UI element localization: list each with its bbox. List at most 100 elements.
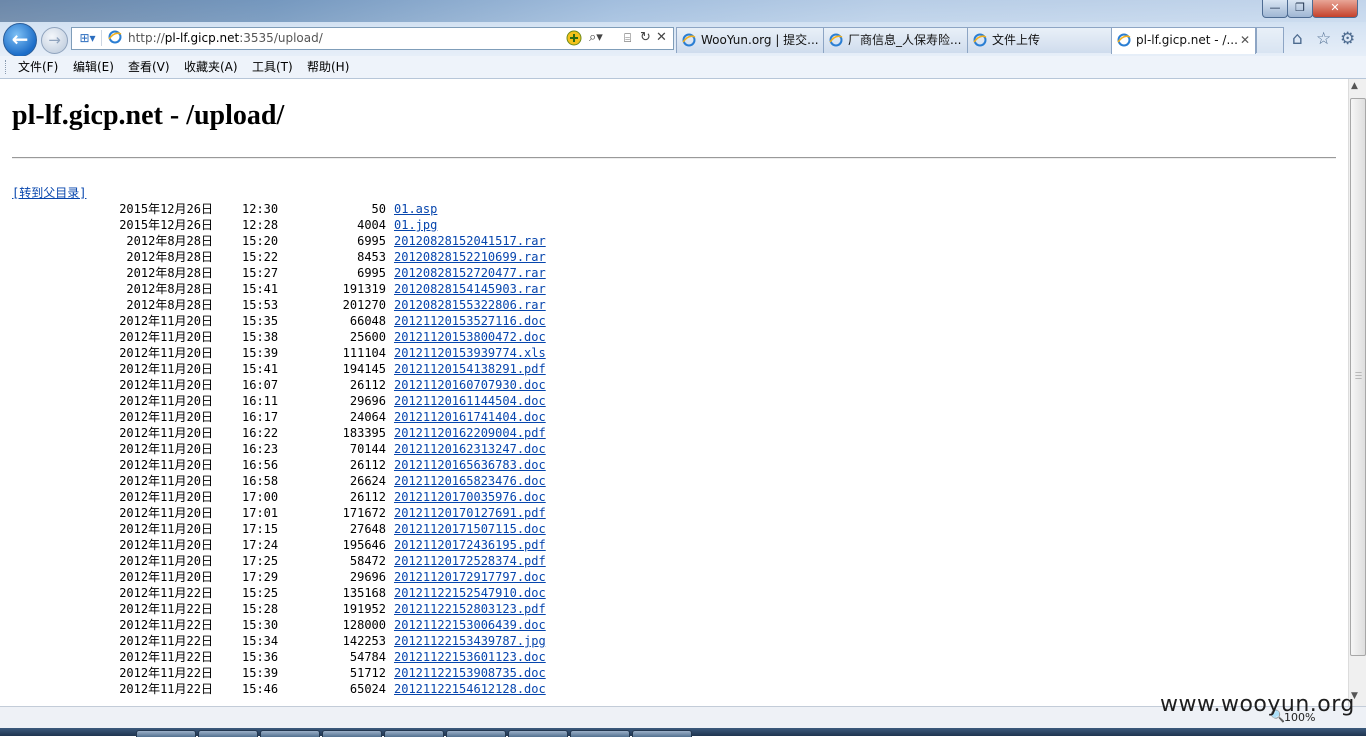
file-row: 2012年11月20日 17:25 58472 20121120172528374.p… [12,553,546,569]
tab-wooyun[interactable]: WooYun.org | 提交... [676,27,824,53]
ie-tab-icon [973,33,987,47]
file-date: 2012年11月20日 [119,490,213,504]
tab-upload-listing[interactable]: pl-lf.gicp.net - /... ✕ [1111,27,1256,54]
file-link[interactable]: 20121120153800472.doc [394,329,546,345]
file-row: 2012年11月22日 15:25 135168 20121122152547910.… [12,585,546,601]
file-row: 2012年11月20日 16:22 183395 20121120162209004.… [12,425,546,441]
menu-help[interactable]: 帮助(H) [307,59,349,75]
file-link[interactable]: 20121120153939774.xls [394,345,546,361]
file-link[interactable]: 20121120172436195.pdf [394,537,546,553]
url-text[interactable]: http://pl-lf.gicp.net:3535/upload/ [128,30,323,46]
stop-icon[interactable]: ✕ [656,29,667,47]
file-link[interactable]: 20120828155322806.rar [394,297,546,313]
scroll-up-arrow-icon[interactable]: ▲ [1351,81,1358,91]
menu-file[interactable]: 文件(F) [18,59,58,75]
ie-tab-icon [829,33,843,47]
file-link[interactable]: 20121122153601123.doc [394,649,546,665]
file-time: 17:29 [242,570,279,584]
file-row: 2012年11月20日 15:41 194145 20121120154138291.… [12,361,546,377]
file-time: 12:30 [242,202,279,216]
menu-tools[interactable]: 工具(T) [252,59,293,75]
home-icon[interactable]: ⌂ [1292,29,1303,49]
favorites-star-icon[interactable]: ☆ [1316,29,1331,49]
tools-gear-icon[interactable]: ⚙ [1340,29,1355,49]
file-date: 2012年8月28日 [126,282,213,296]
file-size: 54784 [349,650,386,664]
file-time: 17:24 [242,538,279,552]
file-time: 15:41 [242,282,279,296]
file-link[interactable]: 20121122153439787.jpg [394,633,546,649]
file-time: 15:25 [242,586,279,600]
scrollbar-thumb[interactable]: — — — [1350,98,1366,656]
file-date: 2012年11月20日 [119,442,213,456]
close-window-button[interactable]: ✕ [1312,0,1358,18]
file-size: 65024 [349,682,386,696]
compat-view-icon[interactable]: ⊞▾ [74,30,102,46]
file-date: 2012年11月22日 [119,682,213,696]
forward-button[interactable]: → [41,27,68,54]
file-link[interactable]: 20121120171507115.doc [394,521,546,537]
file-time: 15:35 [242,314,279,328]
file-link[interactable]: 20121120162313247.doc [394,441,546,457]
file-link[interactable]: 20121122153006439.doc [394,617,546,633]
file-link[interactable]: 20121120165823476.doc [394,473,546,489]
menu-edit[interactable]: 编辑(E) [73,59,114,75]
file-link[interactable]: 20121120161144504.doc [394,393,546,409]
vertical-scrollbar[interactable]: ▲ — — — ▼ [1348,79,1366,706]
file-link[interactable]: 20121122153908735.doc [394,665,546,681]
menu-view[interactable]: 查看(V) [128,59,170,75]
file-link[interactable]: 20120828152210699.rar [394,249,546,265]
file-time: 16:17 [242,410,279,424]
file-link[interactable]: 20121122152803123.pdf [394,601,546,617]
file-link[interactable]: 01.jpg [394,217,437,233]
file-link[interactable]: 20121120161741404.doc [394,409,546,425]
file-time: 15:34 [242,634,279,648]
maximize-button[interactable]: ❐ [1287,0,1313,18]
file-link[interactable]: 20121122152547910.doc [394,585,546,601]
tab-file-upload[interactable]: 文件上传 [967,27,1112,53]
tab-vendor-info[interactable]: 厂商信息_人保寿险... [823,27,968,53]
file-link[interactable]: 20120828152041517.rar [394,233,546,249]
search-icon[interactable]: ⌕▾ [589,29,603,47]
file-link[interactable]: 20120828152720477.rar [394,265,546,281]
file-link[interactable]: 20121120160707930.doc [394,377,546,393]
file-link[interactable]: 20121120153527116.doc [394,313,546,329]
tab-close-icon[interactable]: ✕ [1240,28,1250,53]
file-link[interactable]: 01.asp [394,201,437,217]
file-date: 2012年11月20日 [119,330,213,344]
minimize-button[interactable]: — [1262,0,1288,18]
file-link[interactable]: 20121120172917797.doc [394,569,546,585]
file-link[interactable]: 20121120170035976.doc [394,489,546,505]
file-date: 2012年11月22日 [119,650,213,664]
file-time: 15:39 [242,666,279,680]
file-date: 2012年8月28日 [126,234,213,248]
file-link[interactable]: 20121120172528374.pdf [394,553,546,569]
file-link[interactable]: 20121120170127691.pdf [394,505,546,521]
file-link[interactable]: 20121122154612128.doc [394,681,546,697]
file-row: 2012年11月22日 15:34 142253 20121122153439787.… [12,633,546,649]
file-row: 2015年12月26日 12:30 50 01.asp [12,201,437,217]
address-bar[interactable]: ⊞▾ http://pl-lf.gicp.net:3535/upload/ ⌕▾… [71,27,674,50]
parent-directory-link[interactable]: [转到父目录] [12,185,86,201]
file-size: 142253 [342,634,386,648]
directory-listing: [转到父目录] 2015年12月26日 12:30 50 01.asp 2015年12月… [12,185,546,697]
file-link[interactable]: 20121120154138291.pdf [394,361,546,377]
add-favorite-icon[interactable] [566,29,582,52]
browser-chrome: — ❐ ✕ ← → ⊞▾ http://pl-lf.gicp.net:3535/… [0,0,1366,57]
back-button[interactable]: ← [3,23,37,57]
file-date: 2012年11月22日 [119,618,213,632]
new-tab-button[interactable] [1256,27,1284,53]
compat-icon[interactable]: ⌸ [624,29,631,47]
file-date: 2012年8月28日 [126,298,213,312]
file-time: 12:28 [242,218,279,232]
file-size: 66048 [349,314,386,328]
file-date: 2012年11月22日 [119,602,213,616]
file-link[interactable]: 20121120162209004.pdf [394,425,546,441]
file-row: 2012年11月20日 17:24 195646 20121120172436195.… [12,537,546,553]
file-link[interactable]: 20121120165636783.doc [394,457,546,473]
menu-favorites[interactable]: 收藏夹(A) [184,59,238,75]
file-size: 26112 [349,490,386,504]
refresh-icon[interactable]: ↻ [640,29,651,47]
file-link[interactable]: 20120828154145903.rar [394,281,546,297]
file-time: 17:00 [242,490,279,504]
